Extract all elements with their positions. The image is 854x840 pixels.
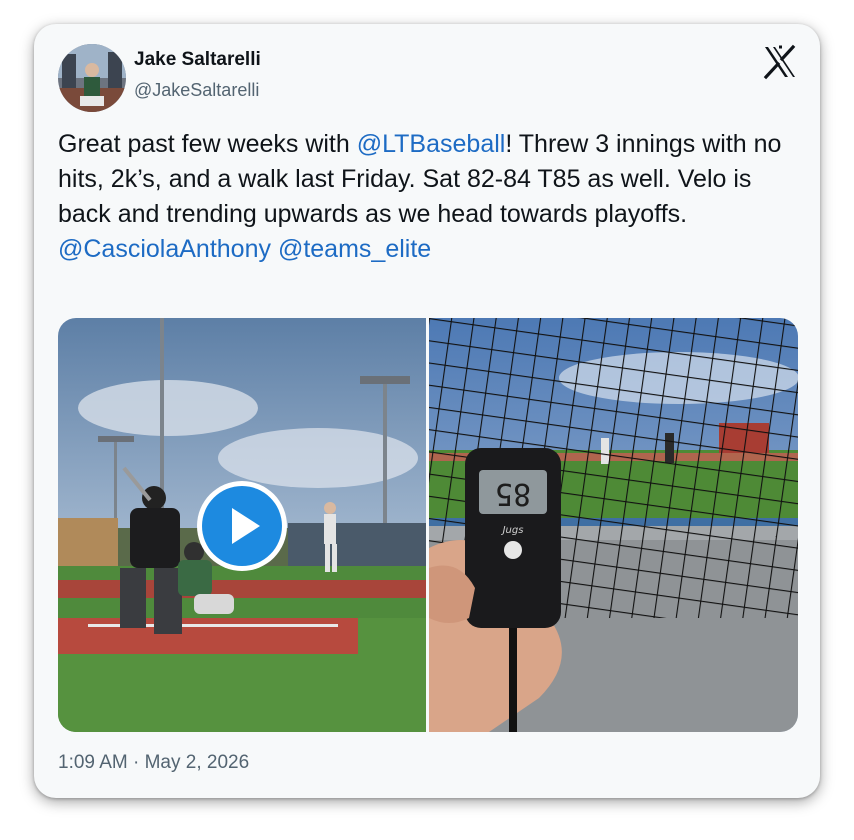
author-handle[interactable]: @JakeSaltarelli	[134, 80, 259, 101]
mention-link[interactable]: @LTBaseball	[357, 130, 506, 158]
tweet-text: Great past few weeks with @LTBaseball! T…	[58, 127, 798, 267]
mention-link[interactable]: @teams_elite	[278, 235, 431, 263]
video-thumbnail[interactable]	[58, 318, 426, 732]
author-name[interactable]: Jake Saltarelli	[134, 49, 261, 71]
tweet-text-part: Great past few weeks with	[58, 130, 357, 158]
radar-brand: Jugs	[501, 525, 524, 536]
photo-radar-gun[interactable]: 85 Jugs	[429, 318, 798, 732]
tweet-timestamp[interactable]: 1:09 AM · May 2, 2026	[58, 752, 249, 774]
avatar[interactable]	[58, 44, 126, 112]
media-gallery: 85 Jugs	[58, 318, 798, 732]
x-logo-icon[interactable]	[762, 44, 798, 80]
radar-reading: 85	[495, 476, 531, 511]
mention-link[interactable]: @CasciolaAnthony	[58, 235, 271, 263]
tweet-card: Jake Saltarelli @JakeSaltarelli Great pa…	[34, 24, 820, 798]
play-button[interactable]	[194, 478, 290, 574]
